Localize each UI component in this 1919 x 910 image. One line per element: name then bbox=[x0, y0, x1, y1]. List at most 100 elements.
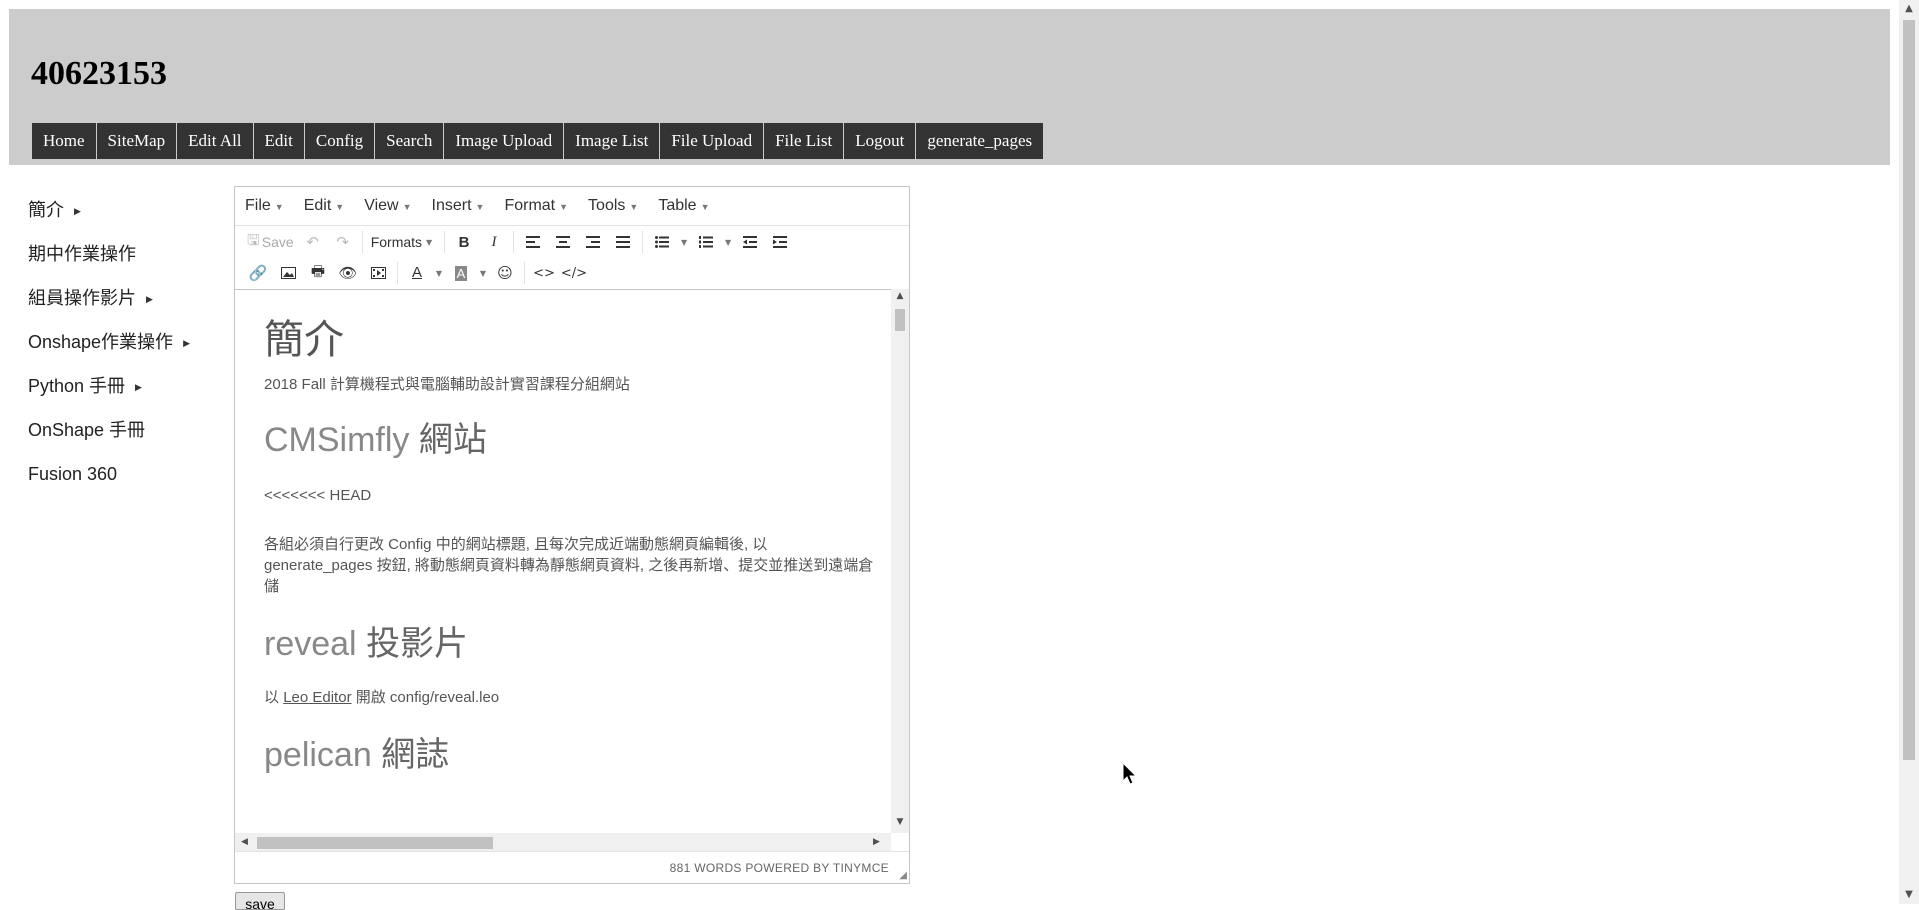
menu-format[interactable]: Format ▼ bbox=[504, 197, 568, 215]
media-button[interactable] bbox=[363, 260, 393, 286]
formats-dropdown[interactable]: Formats ▼ bbox=[367, 229, 440, 255]
nav-config[interactable]: Config bbox=[304, 123, 376, 159]
editor-toolbar-2: 🔗 🖶 👁 A ▼ A ▼ ☺ <> </> bbox=[235, 258, 909, 288]
editor-vertical-scrollbar[interactable]: ▲ ▼ bbox=[891, 289, 909, 833]
scroll-up-icon[interactable]: ▲ bbox=[1899, 0, 1919, 18]
paragraph-reveal: 以 Leo Editor 開啟 config/reveal.leo bbox=[264, 687, 874, 708]
nav-logout[interactable]: Logout bbox=[844, 123, 917, 159]
preview-button[interactable]: 👁 bbox=[333, 260, 363, 286]
nav-image-list[interactable]: Image List bbox=[564, 123, 661, 159]
scroll-right-icon[interactable]: ▶ bbox=[873, 833, 880, 851]
emoticons-button[interactable]: ☺ bbox=[490, 260, 520, 286]
undo-button[interactable]: ↶ bbox=[298, 229, 328, 255]
nav-file-list[interactable]: File List bbox=[764, 123, 845, 159]
scroll-down-icon[interactable]: ▼ bbox=[1899, 886, 1919, 904]
nav-home[interactable]: Home bbox=[32, 123, 97, 159]
editor-content-area[interactable]: 簡介 2018 Fall 計算機程式與電腦輔助設計實習課程分組網站 CMSimf… bbox=[235, 289, 909, 834]
scroll-up-icon[interactable]: ▲ bbox=[891, 291, 909, 301]
menu-table[interactable]: Table ▼ bbox=[658, 197, 709, 215]
paragraph-course: 2018 Fall 計算機程式與電腦輔助設計實習課程分組網站 bbox=[264, 376, 630, 393]
caret-down-icon: ▼ bbox=[700, 202, 710, 212]
align-left-button[interactable] bbox=[518, 229, 548, 255]
scroll-left-icon[interactable]: ◀ bbox=[241, 833, 248, 851]
caret-right-icon: ▶ bbox=[146, 294, 153, 305]
menu-label: View bbox=[364, 197, 399, 214]
caret-right-icon: ▶ bbox=[183, 338, 190, 349]
left-menu: 簡介 ▶ 期中作業操作 組員操作影片 ▶ Onshape作業操作 ▶ Python 手… bbox=[28, 196, 190, 504]
text-color-icon: A bbox=[411, 264, 422, 281]
caret-down-icon: ▼ bbox=[335, 202, 345, 212]
scrollbar-thumb[interactable] bbox=[895, 309, 905, 331]
window-scrollbar[interactable]: ▲ ▼ bbox=[1899, 0, 1919, 904]
source-code-button[interactable]: </> bbox=[559, 260, 589, 286]
undo-icon: ↶ bbox=[306, 233, 319, 251]
nav-file-upload[interactable]: File Upload bbox=[660, 123, 765, 159]
bullet-list-button[interactable] bbox=[647, 229, 677, 255]
menu-edit[interactable]: Edit ▼ bbox=[304, 197, 345, 215]
menu-item-fusion-360[interactable]: Fusion 360 bbox=[28, 460, 190, 504]
menu-item-onshape-ops[interactable]: Onshape作業操作 ▶ bbox=[28, 328, 190, 372]
outdent-button[interactable] bbox=[735, 229, 765, 255]
menu-label: File bbox=[245, 197, 271, 214]
nav-sitemap[interactable]: SiteMap bbox=[96, 123, 178, 159]
resize-handle-icon[interactable]: ◢ bbox=[899, 870, 907, 881]
menu-item-onshape-manual[interactable]: OnShape 手冊 bbox=[28, 416, 190, 460]
print-button[interactable]: 🖶 bbox=[303, 260, 333, 286]
site-header: 40623153 Home SiteMap Edit All Edit Conf… bbox=[9, 9, 1890, 165]
image-icon bbox=[280, 267, 296, 279]
scrollbar-thumb[interactable] bbox=[1903, 20, 1915, 760]
menu-item-python-manual[interactable]: Python 手冊 ▶ bbox=[28, 372, 190, 416]
background-color-button[interactable]: A bbox=[446, 260, 476, 286]
leo-editor-link[interactable]: Leo Editor bbox=[283, 689, 351, 706]
source-code-icon: </> bbox=[560, 265, 588, 281]
caret-down-icon[interactable]: ▼ bbox=[476, 269, 490, 278]
align-right-button[interactable] bbox=[578, 229, 608, 255]
save-tool-label: Save bbox=[261, 234, 294, 250]
align-center-button[interactable] bbox=[548, 229, 578, 255]
scrollbar-thumb[interactable] bbox=[257, 837, 493, 849]
menu-item-label: Python 手冊 bbox=[28, 376, 126, 396]
bold-button[interactable]: B bbox=[449, 229, 479, 255]
align-justify-button[interactable] bbox=[608, 229, 638, 255]
scroll-down-icon[interactable]: ▼ bbox=[891, 817, 909, 827]
menu-tools[interactable]: Tools ▼ bbox=[588, 197, 638, 215]
menu-item-midterm[interactable]: 期中作業操作 bbox=[28, 240, 190, 284]
heading-reveal: reveal 投影片 bbox=[264, 619, 874, 669]
top-nav: Home SiteMap Edit All Edit Config Search… bbox=[32, 123, 1045, 159]
caret-down-icon[interactable]: ▼ bbox=[721, 238, 735, 247]
code-icon: <> bbox=[533, 265, 555, 281]
italic-button[interactable]: I bbox=[479, 229, 509, 255]
redo-button[interactable]: ↷ bbox=[328, 229, 358, 255]
menu-insert[interactable]: Insert ▼ bbox=[432, 197, 485, 215]
menu-file[interactable]: File ▼ bbox=[245, 197, 284, 215]
caret-down-icon[interactable]: ▼ bbox=[677, 238, 691, 247]
code-sample-button[interactable]: <> bbox=[529, 260, 559, 286]
text-color-button[interactable]: A bbox=[402, 260, 432, 286]
nav-edit[interactable]: Edit bbox=[253, 123, 305, 159]
nav-edit-all[interactable]: Edit All bbox=[177, 123, 254, 159]
heading-intro: 簡介 bbox=[264, 318, 344, 362]
save-button[interactable]: save bbox=[235, 892, 285, 910]
align-left-icon bbox=[526, 236, 541, 248]
bullet-list-icon bbox=[655, 236, 670, 248]
menu-item-member-videos[interactable]: 組員操作影片 ▶ bbox=[28, 284, 190, 328]
image-button[interactable] bbox=[273, 260, 303, 286]
tinymce-editor: File ▼ Edit ▼ View ▼ Insert ▼ Format ▼ Tools ▼… bbox=[234, 186, 910, 884]
toolbar-divider bbox=[361, 231, 363, 253]
heading-latin: CMSimfly bbox=[264, 421, 410, 459]
caret-down-icon[interactable]: ▼ bbox=[432, 269, 446, 278]
menu-label: Format bbox=[504, 197, 556, 214]
nav-search[interactable]: Search bbox=[375, 123, 445, 159]
nav-image-upload[interactable]: Image Upload bbox=[444, 123, 565, 159]
editor-menubar: File ▼ Edit ▼ View ▼ Insert ▼ Format ▼ Tools ▼… bbox=[235, 187, 909, 226]
caret-down-icon: ▼ bbox=[274, 202, 284, 212]
editor-horizontal-scrollbar[interactable]: ◀ ▶ bbox=[235, 833, 891, 851]
save-tool-button[interactable]: 🖫 Save bbox=[243, 229, 298, 255]
caret-right-icon: ▶ bbox=[74, 206, 81, 217]
link-button[interactable]: 🔗 bbox=[243, 260, 273, 286]
indent-button[interactable] bbox=[765, 229, 795, 255]
menu-view[interactable]: View ▼ bbox=[364, 197, 411, 215]
numbered-list-button[interactable] bbox=[691, 229, 721, 255]
nav-generate-pages[interactable]: generate_pages bbox=[916, 123, 1045, 159]
menu-item-intro[interactable]: 簡介 ▶ bbox=[28, 196, 190, 240]
